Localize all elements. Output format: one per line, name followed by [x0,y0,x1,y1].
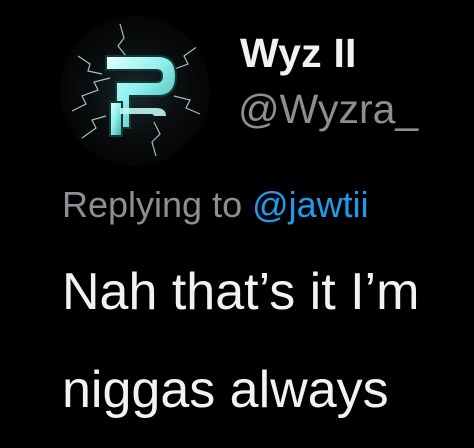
lightning-p-logo-icon [60,16,210,166]
avatar[interactable] [60,16,210,166]
author-handle[interactable]: @Wyzra_ [238,86,418,133]
tweet-card: Wyz II @Wyzra_ Replying to @jawtii Nah t… [0,0,474,448]
tweet-text-line: niggas always [62,361,389,419]
replying-to-line: Replying to @jawtii [62,184,369,226]
replying-to-label: Replying to [62,184,253,225]
tweet-text-line: Nah that’s it I’m [62,263,420,321]
author-display-name[interactable]: Wyz II [240,30,357,77]
reply-mention-link[interactable]: @jawtii [252,184,369,225]
